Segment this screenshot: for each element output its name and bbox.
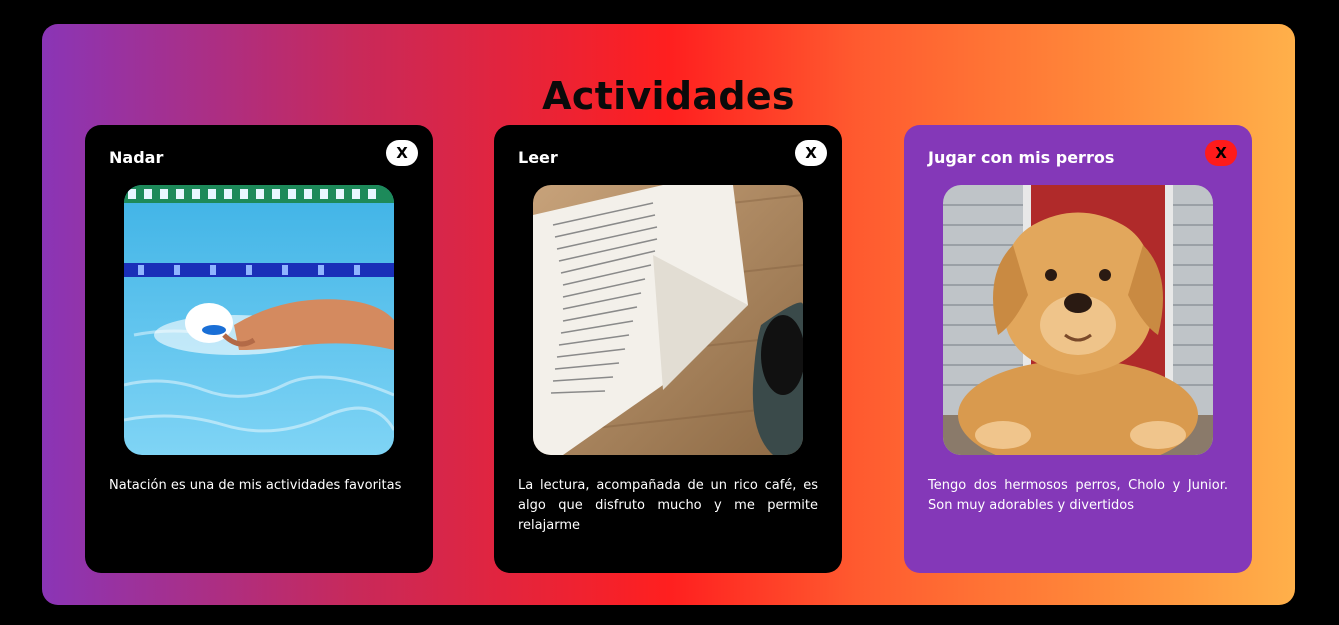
close-button[interactable]: X <box>795 140 827 166</box>
activity-card-leer: Leer X La lectura, acompañada de un rico… <box>494 125 842 573</box>
card-description: Tengo dos hermosos perros, Cholo y Junio… <box>928 478 1228 513</box>
swimmer-photo <box>124 185 394 455</box>
card-description: La lectura, acompañada de un rico café, … <box>518 478 818 533</box>
page-title: Actividades <box>542 74 795 118</box>
activity-card-nadar: Nadar X Natación es una de mis actividad… <box>85 125 433 573</box>
golden-retriever-photo <box>943 185 1213 455</box>
card-title: Leer <box>518 148 558 167</box>
card-title: Nadar <box>109 148 164 167</box>
card-title: Jugar con mis perros <box>928 148 1115 167</box>
activity-card-perros: Jugar con mis perros X Tengo dos hermoso… <box>904 125 1252 573</box>
activities-panel: Actividades Nadar X Natación es una de m… <box>42 24 1295 605</box>
close-button[interactable]: X <box>386 140 418 166</box>
card-description: Natación es una de mis actividades favor… <box>109 478 402 493</box>
close-button[interactable]: X <box>1205 140 1237 166</box>
book-and-coffee-photo <box>533 185 803 455</box>
